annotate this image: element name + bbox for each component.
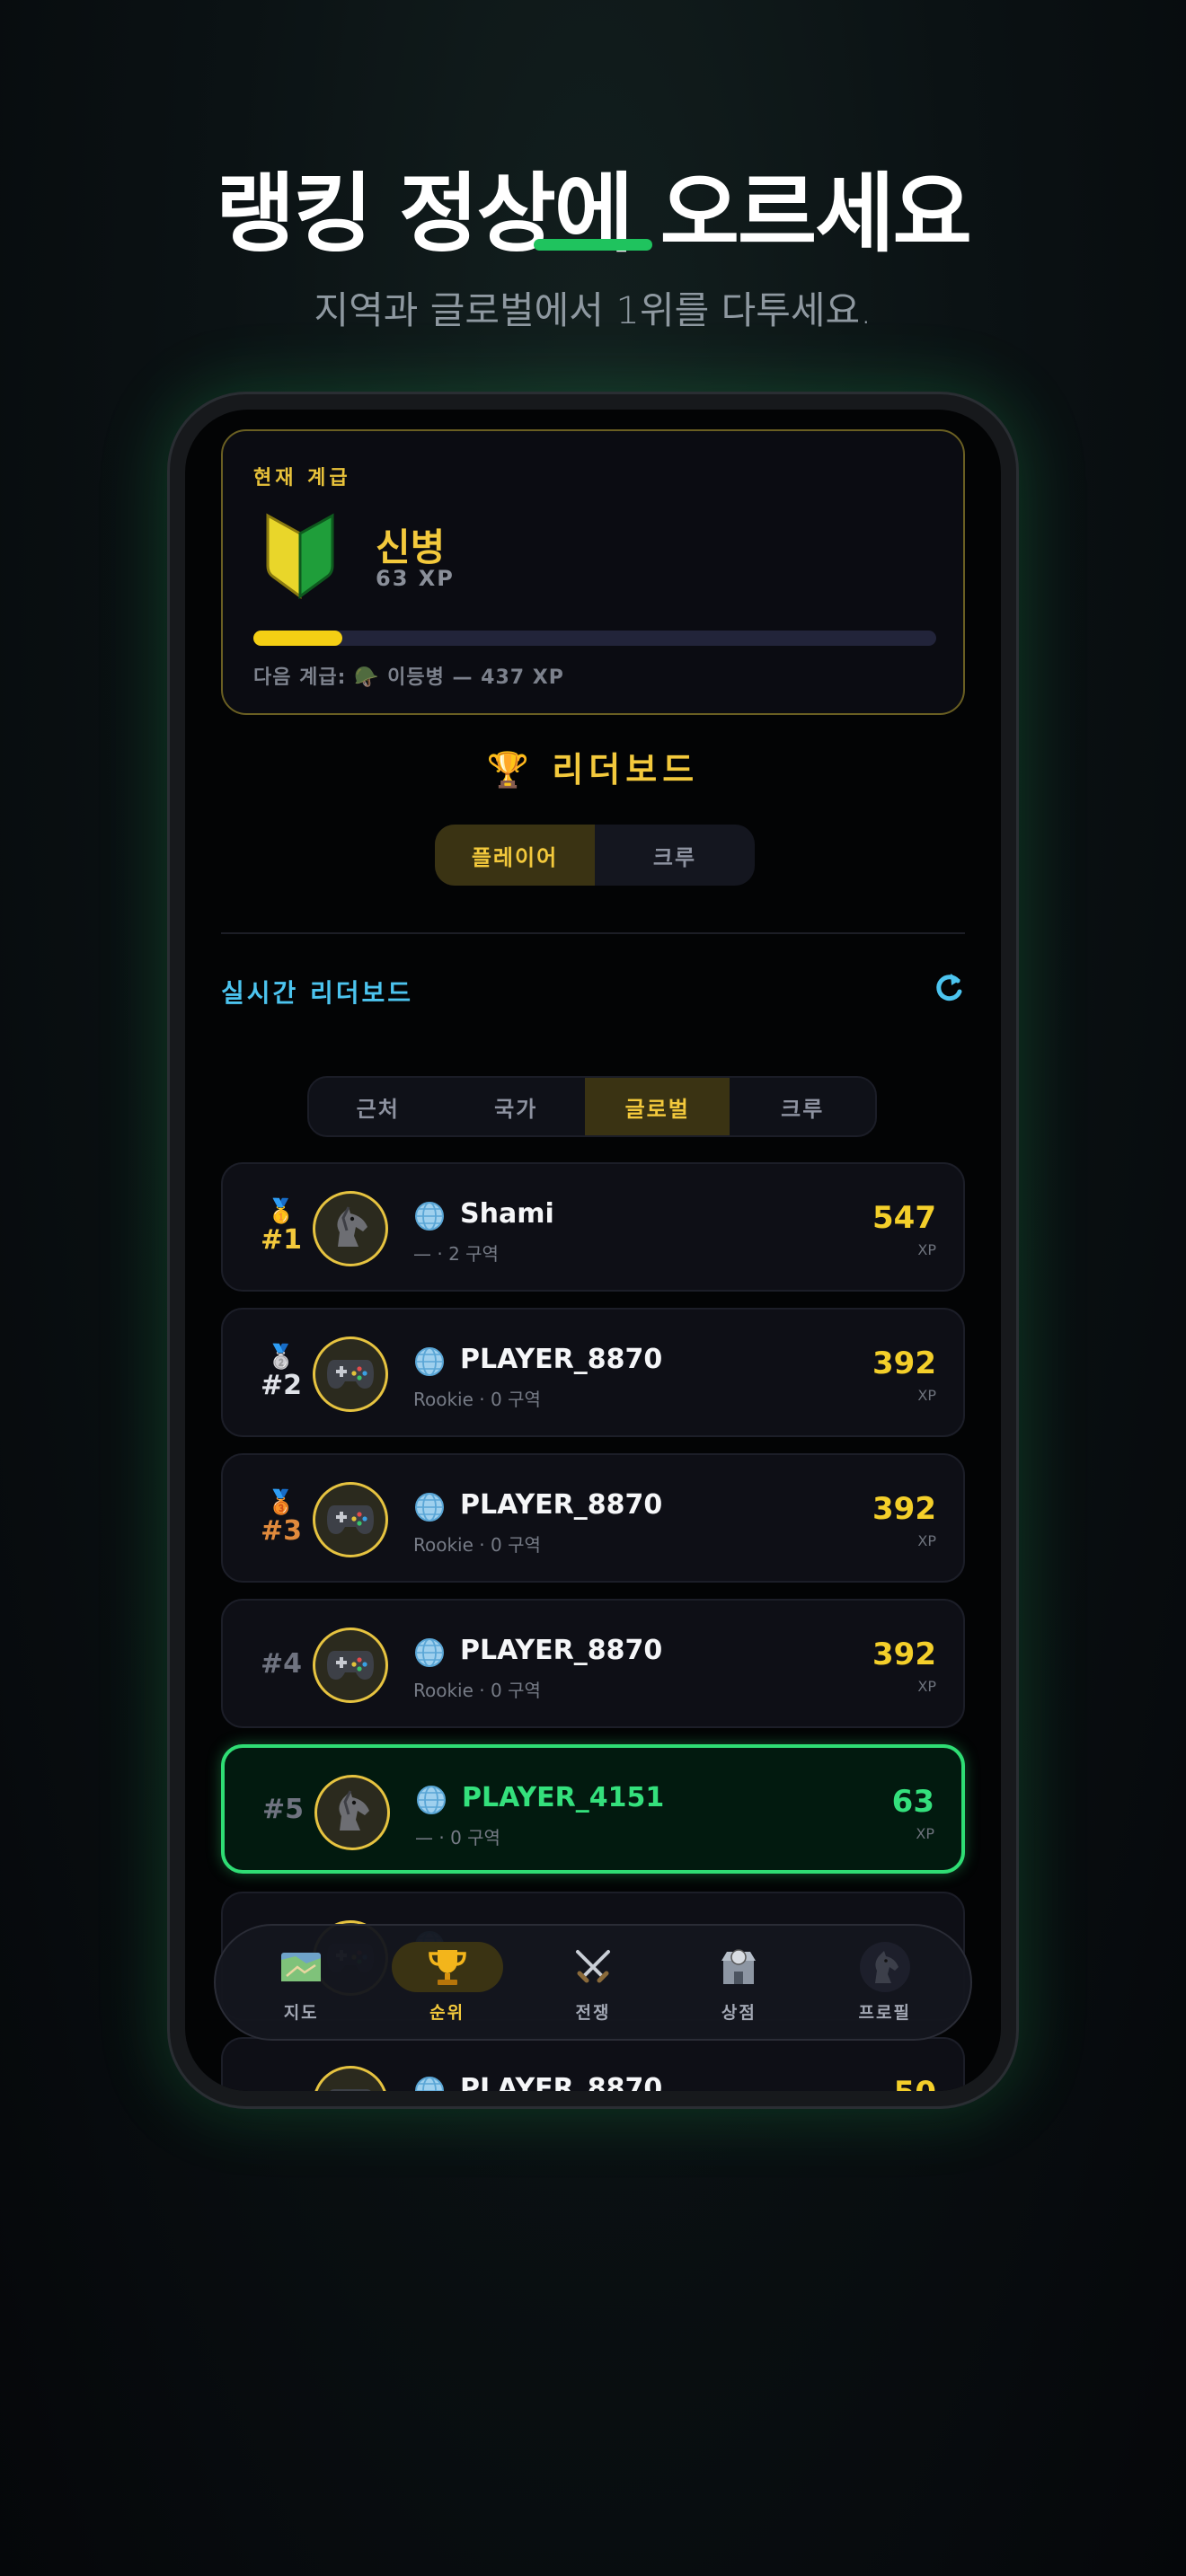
medal-icon: 🥉 <box>266 1488 296 1516</box>
rank-cell <box>255 2039 307 2091</box>
leaderboard-heading: 🏆 리더보드 <box>486 750 700 790</box>
player-xp-unit: XP <box>917 1678 936 1695</box>
leaderboard-row-me[interactable]: #5 PLAYER_4151 — · 0 구역 63 XP <box>221 1744 965 1874</box>
section-divider <box>221 932 965 934</box>
gamepad-icon <box>325 1353 376 1396</box>
player-xp-unit: XP <box>916 1825 934 1842</box>
globe-icon <box>413 1345 446 1378</box>
tab-war-label: 전쟁 <box>575 2002 611 2023</box>
globe-icon <box>413 2075 446 2091</box>
beginner-badge-icon <box>266 513 334 599</box>
scope-tab-global[interactable]: 글로벌 <box>584 1078 730 1135</box>
live-leaderboard-title: 실시간 리더보드 <box>221 978 414 1008</box>
medal-icon: 🥈 <box>266 1343 296 1371</box>
horse-icon <box>327 1204 374 1254</box>
avatar <box>313 1628 388 1703</box>
trophy-icon <box>391 1941 503 1992</box>
rank-number: #3 <box>260 1514 302 1547</box>
current-tier-card: 현재 계급 신병 63 XP 다음 계급: 🪖 이등병 — 437 XP <box>221 429 965 715</box>
player-name: PLAYER_8870 <box>460 1635 663 1666</box>
horse-icon <box>859 1941 910 1992</box>
avatar <box>314 1775 390 1850</box>
tier-name: 신병 <box>376 525 446 569</box>
tab-shop-label: 상점 <box>721 2002 757 2023</box>
hero-subtitle: 지역과 글로벌에서 1위를 다투세요. <box>314 288 872 332</box>
scope-tab-nearby[interactable]: 근처 <box>309 1078 447 1135</box>
tab-profile[interactable]: 프로필 <box>827 1936 943 2029</box>
scope-tab-country[interactable]: 국가 <box>447 1078 584 1135</box>
player-subtitle: — · 0 구역 <box>415 1827 500 1848</box>
mode-tab-players[interactable]: 플레이어 <box>435 825 595 886</box>
player-subtitle: Rookie · 0 구역 <box>413 1389 541 1410</box>
leaderboard-row[interactable]: PLAYER_8870 50 <box>221 2037 965 2091</box>
leaderboard-row[interactable]: #4 PLAYER_8870 Rookie · 0 구역 392 XP <box>221 1599 965 1728</box>
tier-progress-fill <box>253 631 342 646</box>
crossed-swords-icon <box>568 1942 618 1992</box>
rank-number: #5 <box>261 1793 304 1825</box>
rank-number: #4 <box>260 1647 302 1680</box>
leaderboard-scope-tabs: 근처 국가 글로벌 크루 <box>307 1076 877 1137</box>
player-name: Shami <box>460 1198 554 1230</box>
player-xp: 392 <box>872 1345 936 1381</box>
leaderboard-mode-toggle: 플레이어 크루 <box>435 825 755 886</box>
gamepad-icon <box>325 1498 376 1541</box>
player-subtitle: Rookie · 0 구역 <box>413 1534 541 1556</box>
rank-number: #2 <box>260 1369 302 1401</box>
leaderboard-row[interactable]: 🥉 #3 PLAYER_8870 Rookie · 0 구역 392 XP <box>221 1453 965 1583</box>
avatar <box>313 1191 388 1266</box>
hero-underline <box>534 239 652 251</box>
rank-cell: 🥇 #1 <box>255 1164 307 1290</box>
rank-cell: #5 <box>257 1748 309 1870</box>
tier-progress-bar <box>253 631 936 646</box>
rank-number: #1 <box>260 1223 302 1256</box>
leaderboard-row[interactable]: 🥇 #1 Shami — · 2 구역 547 XP <box>221 1162 965 1292</box>
player-xp: 63 <box>891 1784 934 1820</box>
avatar <box>313 1337 388 1412</box>
player-xp-unit: XP <box>917 1241 936 1258</box>
player-name: PLAYER_8870 <box>460 2073 663 2091</box>
mode-tab-crews[interactable]: 크루 <box>595 825 755 886</box>
avatar <box>313 2066 388 2091</box>
tab-map-label: 지도 <box>283 2002 319 2023</box>
gamepad-icon <box>325 1644 376 1687</box>
player-name: PLAYER_8870 <box>460 1344 663 1375</box>
map-icon <box>276 1942 326 1992</box>
tab-war[interactable]: 전쟁 <box>535 1936 651 2029</box>
player-xp: 547 <box>872 1200 936 1236</box>
player-xp: 392 <box>872 1636 936 1672</box>
globe-icon <box>413 1491 446 1523</box>
player-name: PLAYER_4151 <box>462 1782 665 1813</box>
next-tier-text: 다음 계급: 🪖 이등병 — 437 XP <box>253 666 564 689</box>
tab-ranking-label: 순위 <box>429 2002 465 2023</box>
player-xp-unit: XP <box>917 1387 936 1404</box>
player-subtitle: — · 2 구역 <box>413 1243 499 1265</box>
shop-icon <box>713 1942 764 1992</box>
globe-icon <box>415 1784 447 1816</box>
tab-ranking[interactable]: 순위 <box>389 1936 506 2029</box>
player-xp-unit: XP <box>917 1532 936 1549</box>
scope-tab-crew[interactable]: 크루 <box>730 1078 875 1135</box>
player-name: PLAYER_8870 <box>460 1489 663 1521</box>
player-xp: 392 <box>872 1491 936 1527</box>
player-xp: 50 <box>894 2075 936 2091</box>
rank-cell: #4 <box>255 1601 307 1726</box>
tab-map[interactable]: 지도 <box>243 1936 359 2029</box>
leaderboard-row[interactable]: 🥈 #2 PLAYER_8870 Rookie · 0 구역 392 XP <box>221 1308 965 1437</box>
phone-screen: 현재 계급 신병 63 XP 다음 계급: 🪖 이등병 — 437 XP 🏆 리… <box>185 410 1001 2091</box>
globe-icon <box>413 1200 446 1232</box>
gamepad-icon <box>325 2082 376 2091</box>
avatar <box>313 1482 388 1557</box>
globe-icon <box>413 1636 446 1669</box>
refresh-icon[interactable] <box>931 970 967 1006</box>
rank-cell: 🥉 #3 <box>255 1455 307 1581</box>
bottom-tab-bar: 지도 순위 전쟁 상점 프로필 <box>214 1924 972 2041</box>
tier-label: 현재 계급 <box>253 467 351 490</box>
rank-cell: 🥈 #2 <box>255 1310 307 1435</box>
tab-profile-label: 프로필 <box>858 2002 911 2023</box>
horse-icon <box>329 1787 376 1838</box>
tier-xp: 63 XP <box>376 566 455 591</box>
tab-shop[interactable]: 상점 <box>680 1936 797 2029</box>
medal-icon: 🥇 <box>266 1197 296 1225</box>
player-subtitle: Rookie · 0 구역 <box>413 1680 541 1701</box>
